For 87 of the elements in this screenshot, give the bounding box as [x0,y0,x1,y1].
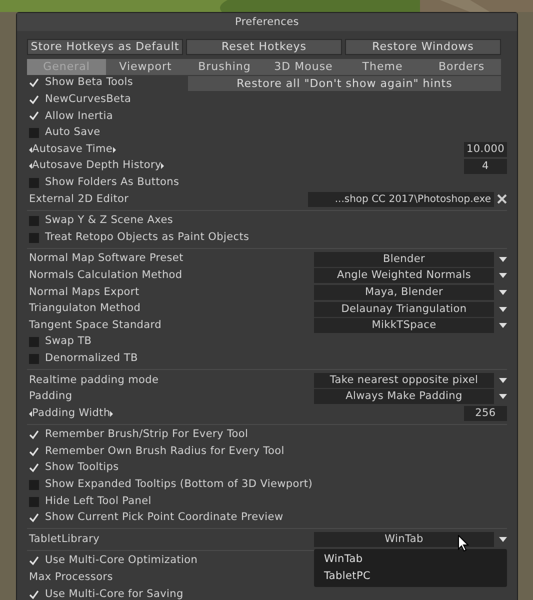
checkbox[interactable] [29,463,39,474]
right-arrow-icon[interactable] [112,146,116,153]
left-arrow-icon[interactable] [29,146,32,153]
setting-label: Normals Calculation Method [29,268,182,283]
checkbox[interactable] [29,94,39,105]
checkbox[interactable] [29,496,39,507]
caret-icon[interactable] [499,290,507,295]
dropdown-field[interactable]: Take nearest opposite pixel [314,372,494,388]
setting-label: Show Expanded Tooltips (Bottom of 3D Viewport) [45,477,313,492]
caret-icon[interactable] [499,256,507,262]
setting-label: Show Current Pick Point Coordinate Preview [45,510,284,526]
checkbox[interactable] [29,354,39,364]
right-arrow-icon[interactable] [161,163,164,170]
dropdown-field[interactable]: Angle Weighted Normals [314,268,494,284]
menu-item[interactable]: TabletPC [324,568,507,586]
caret-icon[interactable] [499,537,507,542]
setting-label: NewCurvesBeta [45,92,132,108]
value-field[interactable]: 256 [464,406,507,422]
setting-label: Show Folders As Buttons [45,174,180,190]
tab[interactable]: 3D Mouse [264,59,343,75]
caret-icon[interactable] [499,394,507,400]
setting-label: Padding [29,389,72,404]
tab[interactable]: Brushing [185,59,264,75]
setting-label: Max Processors [29,570,113,586]
setting-label: External 2D Editor [29,192,129,207]
setting-label: Remember Brush/Strip For Every Tool [45,427,248,442]
checkbox[interactable] [29,556,39,566]
setting-label: Realtime padding mode [29,372,159,388]
file-path-field[interactable]: ...shop CC 2017\Photoshop.exe [308,192,494,207]
checkbox[interactable] [29,446,39,457]
close-icon[interactable] [497,194,507,204]
dropdown-field[interactable]: Blender [314,252,494,267]
value-field[interactable]: 4 [464,158,507,174]
checkbox[interactable] [29,337,39,348]
setting-label: Denormalized TB [45,350,138,366]
checkbox[interactable] [29,430,39,440]
checkbox[interactable] [29,590,39,600]
right-arrow-icon[interactable] [110,410,114,417]
setting-label: Swap Y & Z Scene Axes [45,213,174,228]
caret-icon[interactable] [499,378,507,383]
setting-label: Allow Inertia [45,108,113,124]
caret-icon[interactable] [499,306,507,312]
dropdown-field[interactable]: MikkTSpace [314,318,494,334]
setting-label: Use Multi-Core for Saving [45,586,184,600]
tab[interactable]: Borders [422,59,501,75]
checkbox[interactable] [29,111,39,122]
checkbox[interactable] [29,216,39,226]
dropdown-field[interactable]: WinTab [314,532,494,548]
toolbar-button[interactable]: Restore Windows [345,39,501,55]
setting-label: Remember Own Brush Radius for Every Tool [45,444,284,459]
setting-label: Swap TB [45,334,92,350]
checkbox[interactable] [29,480,39,490]
tab[interactable]: Viewport [106,59,185,75]
value-field[interactable]: 10.000 [464,142,507,158]
setting-label: Show Beta Tools [45,75,134,90]
setting-label: Padding Width [32,406,110,421]
dropdown-field[interactable]: Delaunay Triangulation [314,302,494,317]
setting-label: Hide Left Tool Panel [45,494,152,509]
left-arrow-icon[interactable] [29,163,32,170]
checkbox[interactable] [29,513,39,524]
dropdown-field[interactable]: Maya, Blender [314,284,494,300]
setting-label: Normal Map Software Preset [29,251,184,266]
setting-label: Triangulaton Method [29,301,141,316]
setting-label: TabletLibrary [29,532,100,547]
restore-hints-button[interactable]: Restore all "Don't show again" hints [188,76,501,91]
setting-label: Treat Retopo Objects as Paint Objects [45,230,250,245]
window-title: Preferences [17,13,517,31]
dropdown-field[interactable]: Always Make Padding [314,389,494,404]
checkbox[interactable] [29,78,39,88]
checkbox[interactable] [29,232,39,243]
setting-label: Normal Maps Export [29,284,140,300]
toolbar-button[interactable]: Store Hotkeys as Default [27,39,183,55]
mouse-pointer-icon [458,535,469,552]
setting-label: Auto Save [45,125,100,140]
setting-label: Tangent Space Standard [29,318,162,333]
tab[interactable]: Theme [343,59,422,75]
setting-label: Autosave Depth History [32,158,162,174]
caret-icon[interactable] [499,273,507,278]
setting-label: Autosave Time [32,142,113,157]
left-arrow-icon[interactable] [29,410,32,417]
toolbar-button[interactable]: Reset Hotkeys [186,39,342,55]
setting-label: Use Multi-Core Optimization [45,553,198,568]
menu-item[interactable]: WinTab [324,551,507,568]
setting-label: Show Tooltips [45,460,119,476]
checkbox[interactable] [29,178,39,188]
checkbox[interactable] [29,128,39,138]
caret-icon[interactable] [499,323,507,328]
